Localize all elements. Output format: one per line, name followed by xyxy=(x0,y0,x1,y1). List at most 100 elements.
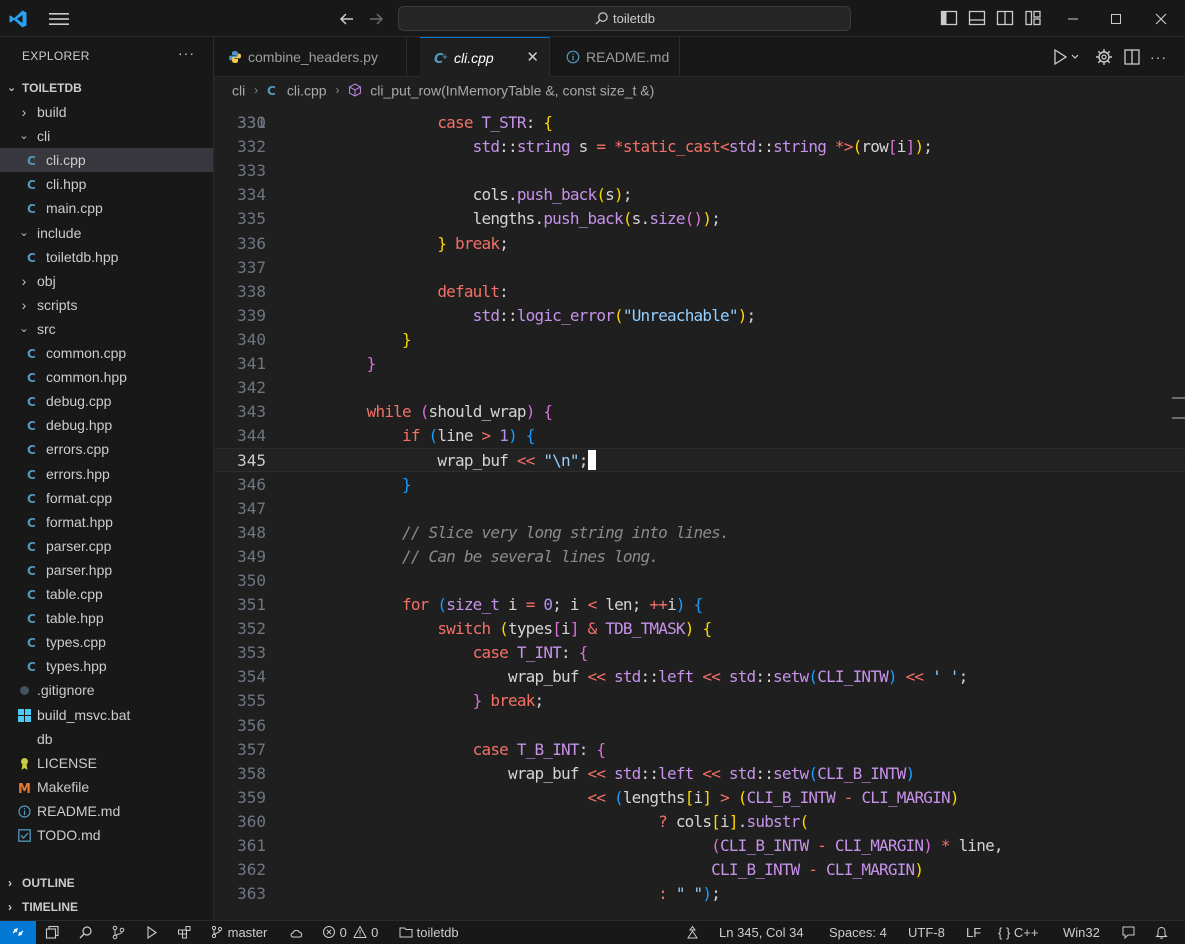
extensions-icon[interactable] xyxy=(177,925,192,940)
outline-section[interactable]: › OUTLINE xyxy=(0,871,213,895)
line-number: 359 xyxy=(237,787,266,807)
copy-icon[interactable] xyxy=(45,925,60,940)
file-item[interactable]: Cmain.cpp xyxy=(0,196,213,220)
file-item[interactable]: Cformat.cpp xyxy=(0,486,213,510)
run-debug-icon[interactable] xyxy=(144,925,159,940)
tab-readme[interactable]: README.md xyxy=(552,37,680,77)
vscode-logo-icon[interactable] xyxy=(8,9,28,29)
command-center-search[interactable]: toiletdb xyxy=(398,6,851,31)
file-item[interactable]: TODO.md xyxy=(0,823,213,847)
file-item[interactable]: Ccommon.cpp xyxy=(0,341,213,365)
more-actions-icon[interactable]: ··· xyxy=(1150,47,1170,67)
remote-indicator-button[interactable] xyxy=(0,921,36,944)
folder-item[interactable]: › build xyxy=(0,100,213,124)
branch-indicator[interactable]: master xyxy=(210,921,267,944)
platform-indicator[interactable]: Win32 xyxy=(1063,921,1100,944)
breadcrumb-file[interactable]: cli.cpp xyxy=(287,82,327,98)
explorer-root-folder[interactable]: ⌄ TOILETDB xyxy=(0,76,213,100)
file-item[interactable]: Ctoiletdb.hpp xyxy=(0,245,213,269)
file-item[interactable]: db xyxy=(0,727,213,751)
code-token: () xyxy=(684,209,703,229)
file-item[interactable]: Cparser.hpp xyxy=(0,558,213,582)
file-item[interactable]: Ccli.cpp xyxy=(0,148,213,173)
code-text: while (should_wrap) { xyxy=(296,400,553,424)
scrollbar-position-marker[interactable] xyxy=(1172,397,1185,419)
cursor-position[interactable]: Ln 345, Col 34 xyxy=(719,921,804,944)
toggle-primary-sidebar-icon[interactable] xyxy=(940,9,958,27)
windows-icon xyxy=(18,708,31,722)
cpp-icon: C xyxy=(27,612,36,625)
file-item[interactable]: Ccommon.hpp xyxy=(0,365,213,389)
breadcrumb-symbol[interactable]: cli_put_row(InMemoryTable &, const size_… xyxy=(370,82,654,98)
code-token: size_t xyxy=(446,595,500,614)
file-item[interactable]: Cformat.hpp xyxy=(0,510,213,534)
folder-item[interactable]: ⌄ src xyxy=(0,317,213,341)
customize-layout-icon[interactable] xyxy=(1024,9,1042,27)
toggle-secondary-sidebar-icon[interactable] xyxy=(996,9,1014,27)
source-control-icon[interactable] xyxy=(111,925,126,940)
folder-item[interactable]: › obj xyxy=(0,269,213,293)
tab-cli-cpp[interactable]: C + cli.cpp ✕ xyxy=(420,37,550,77)
gear-icon[interactable] xyxy=(1094,47,1114,67)
file-item[interactable]: Ctypes.cpp xyxy=(0,630,213,654)
timeline-section[interactable]: › TIMELINE xyxy=(0,895,213,919)
sync-cloud-icon[interactable] xyxy=(289,926,305,940)
line-number: 350 xyxy=(237,570,266,590)
cpp-icon: C xyxy=(27,516,36,529)
close-tab-icon[interactable]: ✕ xyxy=(526,38,539,78)
tab-combine-headers[interactable]: combine_headers.py xyxy=(214,37,407,77)
run-debug-icon[interactable] xyxy=(1050,47,1084,67)
file-item[interactable]: Cparser.cpp xyxy=(0,534,213,558)
search-icon[interactable] xyxy=(78,925,93,940)
folder-item[interactable]: ⌄ include xyxy=(0,221,213,245)
file-item[interactable]: Cdebug.cpp xyxy=(0,389,213,413)
file-item[interactable]: Ctable.cpp xyxy=(0,582,213,606)
encoding-indicator[interactable]: UTF-8 xyxy=(908,921,945,944)
file-item[interactable]: Cdebug.hpp xyxy=(0,413,213,437)
feedback-icon[interactable] xyxy=(1121,925,1136,940)
braces-icon: { } xyxy=(998,925,1011,940)
code-editor[interactable]: 330 331 case T_STR: {332 std::string s =… xyxy=(214,101,1185,920)
back-arrow-icon[interactable] xyxy=(337,9,357,29)
workspace-folder-indicator[interactable]: toiletdb xyxy=(399,921,459,944)
language-mode-indicator[interactable]: { } C++ xyxy=(998,921,1039,944)
folder-item[interactable]: ⌄ cli xyxy=(0,124,213,148)
file-item[interactable]: M Makefile xyxy=(0,775,213,799)
file-item[interactable]: .gitignore xyxy=(0,678,213,702)
toggle-panel-icon[interactable] xyxy=(968,9,986,27)
split-editor-icon[interactable] xyxy=(1122,47,1142,67)
code-line: 347 xyxy=(214,497,1185,521)
cpp-icon: C xyxy=(27,468,36,481)
minimize-button[interactable] xyxy=(1050,0,1095,37)
maximize-button[interactable] xyxy=(1093,0,1138,37)
file-item[interactable]: Ccli.hpp xyxy=(0,172,213,196)
line-number: 355 xyxy=(237,691,266,711)
file-item[interactable]: README.md xyxy=(0,799,213,823)
file-item[interactable]: LICENSE xyxy=(0,751,213,775)
close-window-button[interactable] xyxy=(1138,0,1183,37)
more-actions-icon[interactable]: ··· xyxy=(178,45,198,65)
hamburger-menu-icon[interactable] xyxy=(48,10,70,28)
file-item[interactable]: Ctypes.hpp xyxy=(0,654,213,678)
problems-indicator[interactable]: 0 0 xyxy=(322,921,378,944)
code-token: if xyxy=(402,426,420,446)
accounts-person-icon[interactable] xyxy=(685,925,700,940)
indentation-indicator[interactable]: Spaces: 4 xyxy=(829,921,887,944)
file-item[interactable]: Ctable.hpp xyxy=(0,606,213,630)
bell-icon[interactable] xyxy=(1154,925,1169,940)
line-number: 352 xyxy=(237,619,266,639)
breadcrumb-folder[interactable]: cli xyxy=(232,82,245,98)
eol-indicator[interactable]: LF xyxy=(966,921,981,944)
code-line: 351 for (size_t i = 0; i < len; ++i) { xyxy=(214,593,1185,617)
code-token: { xyxy=(543,402,553,422)
forward-arrow-icon[interactable] xyxy=(366,9,386,29)
folder-item[interactable]: › scripts xyxy=(0,293,213,317)
file-item[interactable]: Cerrors.cpp xyxy=(0,437,213,461)
file-item[interactable]: build_msvc.bat xyxy=(0,703,213,727)
file-item[interactable]: Cerrors.hpp xyxy=(0,462,213,486)
